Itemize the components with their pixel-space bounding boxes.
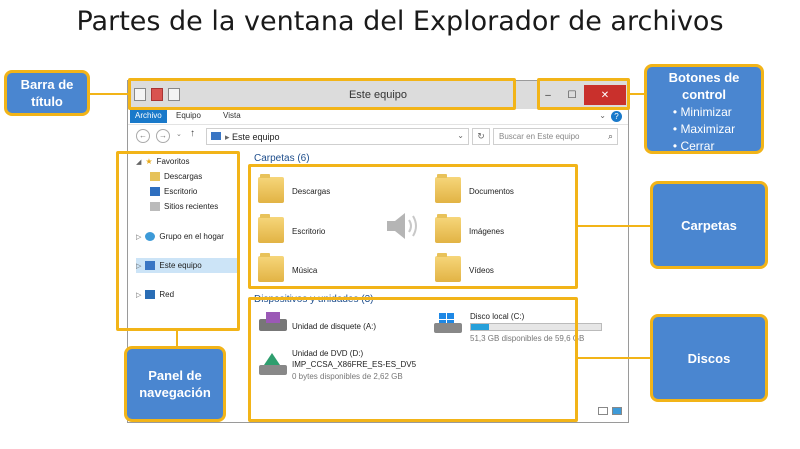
disks-highlight — [248, 297, 578, 422]
address-bar[interactable]: ▸ Este equipo ⌄ — [206, 128, 469, 145]
callout-botones-control: Botones de control Minimizar Maximizar C… — [644, 64, 764, 154]
controls-highlight — [537, 78, 630, 110]
control-item: Cerrar — [673, 138, 735, 155]
back-icon[interactable]: ← — [136, 129, 150, 143]
tab-vista[interactable]: Vista — [223, 111, 241, 120]
callout-barra-titulo: Barra de título — [4, 70, 90, 116]
recent-chevron-icon[interactable]: ⌄ — [176, 130, 182, 138]
navpane-highlight — [116, 151, 240, 331]
view-toggle — [598, 407, 622, 415]
tab-archivo[interactable]: Archivo — [130, 109, 167, 123]
callout-label: Botones de control — [668, 70, 740, 102]
callout-label: Carpetas — [681, 217, 737, 233]
folders-highlight — [248, 164, 578, 289]
callout-label: Panel de navegación — [139, 368, 211, 400]
details-view-icon[interactable] — [598, 407, 608, 415]
chevron-down-icon[interactable]: ⌄ — [457, 131, 464, 140]
breadcrumb-separator-icon: ▸ — [225, 132, 233, 142]
callout-discos: Discos — [650, 314, 768, 402]
connector — [576, 357, 652, 359]
control-item: Maximizar — [673, 121, 735, 138]
large-icons-view-icon[interactable] — [612, 407, 622, 415]
forward-icon[interactable]: → — [156, 129, 170, 143]
callout-label: Discos — [687, 350, 731, 366]
callout-label: Barra de título — [20, 77, 74, 109]
callout-panel-navegacion: Panel de navegación — [124, 346, 226, 422]
ribbon: Archivo Equipo Vista ⌄ ? — [128, 109, 628, 125]
computer-icon — [211, 132, 221, 140]
control-list: Minimizar Maximizar Cerrar — [673, 104, 735, 155]
refresh-button[interactable]: ↻ — [472, 128, 490, 145]
connector — [88, 93, 130, 95]
help-icon[interactable]: ? — [611, 111, 622, 122]
titlebar-highlight — [128, 78, 516, 110]
connector — [576, 225, 652, 227]
chevron-down-icon[interactable]: ⌄ — [599, 111, 606, 120]
search-input[interactable]: Buscar en Este equipo ⌕ — [493, 128, 618, 145]
slide-title: Partes de la ventana del Explorador de a… — [76, 6, 724, 37]
control-item: Minimizar — [673, 104, 735, 121]
tab-equipo[interactable]: Equipo — [176, 111, 201, 120]
search-placeholder: Buscar en Este equipo — [499, 132, 580, 141]
address-text: Este equipo — [232, 132, 280, 142]
callout-carpetas: Carpetas — [650, 181, 768, 269]
folders-header[interactable]: Carpetas (6) — [254, 153, 310, 164]
address-row: ← → ⌄ ↑ ▸ Este equipo ⌄ ↻ Buscar en Este… — [128, 125, 628, 147]
search-icon: ⌕ — [607, 131, 613, 141]
up-arrow-icon[interactable]: ↑ — [190, 128, 195, 139]
